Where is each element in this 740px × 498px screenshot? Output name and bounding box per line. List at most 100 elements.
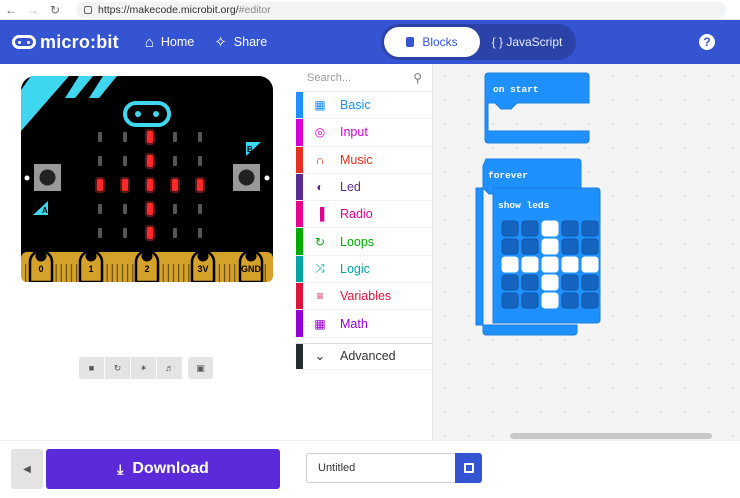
led-cell-off[interactable] — [501, 274, 519, 291]
led-cell-on[interactable] — [541, 274, 559, 291]
share-button[interactable]: ✧ Share — [214, 33, 267, 51]
home-icon: ⌂ — [144, 33, 154, 51]
home-button[interactable]: ⌂ Home — [145, 34, 194, 51]
led-cell-off[interactable] — [581, 238, 599, 255]
show-leds-grid[interactable] — [501, 220, 599, 309]
led-cell-off[interactable] — [521, 220, 539, 237]
category-variables[interactable]: ≡ Variables — [296, 283, 432, 311]
led-cell-on[interactable] — [561, 256, 579, 273]
connector-tooth — [223, 264, 226, 282]
download-button[interactable]: ⤓ Download — [46, 449, 280, 489]
tab-javascript[interactable]: { } JavaScript — [482, 27, 572, 57]
category-advanced[interactable]: ⌄ Advanced — [296, 342, 432, 370]
forward-icon[interactable]: → — [22, 3, 44, 17]
restart-icon[interactable]: ↻ — [105, 357, 131, 379]
category-label: Led — [340, 180, 361, 195]
led-cell-off[interactable] — [521, 274, 539, 291]
connector-tooth — [229, 264, 231, 282]
led-on — [97, 179, 103, 191]
workspace-scrollbar[interactable] — [510, 433, 712, 439]
category-math[interactable]: ▦ Math — [296, 310, 432, 338]
save-button[interactable] — [455, 453, 482, 483]
connector-tooth — [60, 264, 62, 282]
pin-1[interactable]: 1 — [78, 249, 104, 283]
blocks-workspace[interactable]: on start forever show leds — [433, 64, 740, 440]
led-cell-off[interactable] — [561, 238, 579, 255]
signal-icon: ▐ — [315, 207, 325, 222]
category-radio[interactable]: ▐ Radio — [296, 201, 432, 229]
label-b: B — [247, 145, 253, 154]
toolbox-search[interactable]: Search... ⚲ — [296, 64, 432, 92]
reload-icon[interactable]: ↻ — [44, 3, 66, 17]
pin-hole — [245, 250, 257, 262]
led-off — [123, 156, 127, 166]
led-cell-on[interactable] — [581, 256, 599, 273]
led-cell-off[interactable] — [501, 238, 519, 255]
loop-icon: ↻ — [314, 234, 326, 249]
collapse-simulator-button[interactable]: ◀ — [11, 449, 43, 489]
slowmo-icon[interactable]: ✶ — [131, 357, 157, 379]
led-cell-on[interactable] — [541, 256, 559, 273]
download-label: Download — [132, 460, 209, 477]
led-cell-on[interactable] — [541, 292, 559, 309]
chevron-down-icon: ⌄ — [314, 348, 326, 364]
stop-icon[interactable]: ■ — [79, 357, 105, 379]
led-off — [198, 156, 202, 166]
category-label: Radio — [340, 207, 373, 222]
category-label: Variables — [340, 289, 392, 304]
led-cell-off[interactable] — [521, 292, 539, 309]
led-cell-off[interactable] — [501, 292, 519, 309]
category-stripe — [296, 92, 303, 119]
project-name-input[interactable]: Untitled — [306, 453, 456, 483]
pin-hole — [197, 250, 209, 262]
javascript-label: { } JavaScript — [491, 35, 563, 49]
editor-footer: ◀ ⤓ Download Untitled — [0, 440, 740, 498]
advanced-stripe — [296, 343, 303, 369]
tab-blocks[interactable]: Blocks — [384, 27, 480, 57]
led-on — [147, 203, 153, 215]
category-label: Input — [340, 125, 368, 140]
led-cell-off[interactable] — [561, 292, 579, 309]
category-input[interactable]: ◎ Input — [296, 119, 432, 147]
led-cell-on[interactable] — [541, 220, 559, 237]
pin-2[interactable]: 2 — [134, 249, 160, 283]
pin-3v[interactable]: 3V — [190, 249, 216, 283]
on-start-block[interactable]: on start — [484, 72, 590, 144]
led-cell-off[interactable] — [501, 220, 519, 237]
microbit-logo[interactable]: micro:bit — [12, 32, 119, 53]
help-button[interactable]: ? — [699, 34, 715, 50]
forever-block[interactable]: forever show leds — [475, 158, 601, 336]
led-cell-off[interactable] — [581, 220, 599, 237]
pin-gnd[interactable]: GND — [238, 249, 264, 283]
browser-bar: ← → ↻ https://makecode.microbit.org/#edi… — [0, 0, 740, 20]
category-led[interactable]: ◐ Led — [296, 173, 432, 202]
led-cell-off[interactable] — [521, 238, 539, 255]
led-cell-on[interactable] — [541, 238, 559, 255]
mute-icon[interactable]: ♬ — [157, 357, 183, 379]
address-bar[interactable]: https://makecode.microbit.org/#editor — [76, 1, 726, 18]
back-icon[interactable]: ← — [0, 3, 22, 17]
led-cell-off[interactable] — [581, 274, 599, 291]
led-cell-on[interactable] — [521, 256, 539, 273]
connector-tooth — [162, 264, 164, 282]
on-start-label: on start — [493, 84, 539, 95]
microbit-board[interactable]: A B 0 1 2 3V GND — [21, 76, 273, 282]
led-cell-off[interactable] — [561, 220, 579, 237]
led-cell-off[interactable] — [581, 292, 599, 309]
lock-icon — [84, 5, 92, 14]
category-loops[interactable]: ↻ Loops — [296, 228, 432, 256]
connector-tooth — [234, 264, 236, 282]
led-off — [198, 204, 202, 214]
led-off — [123, 204, 127, 214]
led-cell-off[interactable] — [561, 274, 579, 291]
show-leds-label: show leds — [498, 200, 550, 211]
category-logic[interactable]: ⤨ Logic — [296, 255, 432, 284]
category-basic[interactable]: ▦ Basic — [296, 92, 432, 120]
led-cell-on[interactable] — [501, 256, 519, 273]
toolbox: Search... ⚲ ▦ Basic ◎ Input ∩ Music ◐ Led ▐ Radio… — [296, 64, 433, 440]
led-off — [198, 228, 202, 238]
category-music[interactable]: ∩ Music — [296, 146, 432, 174]
pin-0[interactable]: 0 — [28, 249, 54, 283]
fullscreen-icon[interactable]: ▣ — [188, 357, 214, 379]
pin-label: 3V — [197, 264, 208, 274]
